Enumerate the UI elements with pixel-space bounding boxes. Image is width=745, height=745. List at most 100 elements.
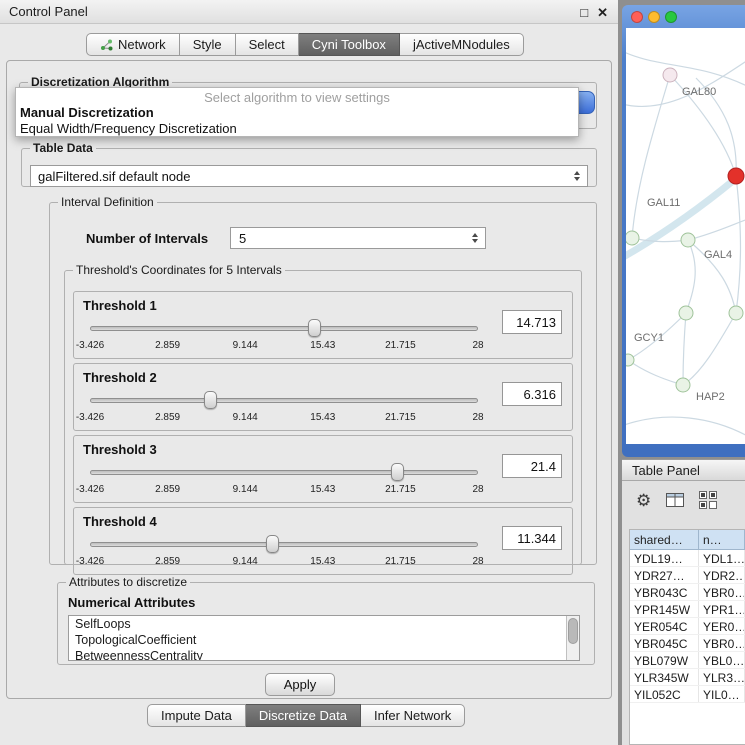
network-node[interactable] xyxy=(663,68,677,82)
threshold-panel: Threshold 1 -3.4262.8599.14415.4321.71528 xyxy=(73,291,573,359)
network-icon xyxy=(100,39,113,51)
spinner-value: 5 xyxy=(239,231,246,246)
network-node[interactable] xyxy=(681,233,695,247)
network-node[interactable] xyxy=(626,354,634,366)
threshold-panel: Threshold 2-3.4262.8599.14415.4321.71528 xyxy=(73,363,573,431)
apply-button[interactable]: Apply xyxy=(265,673,335,696)
list-scrollbar[interactable] xyxy=(566,616,579,660)
threshold-label: Threshold 1 xyxy=(83,298,157,313)
attributes-group: Attributes to discretize Numerical Attri… xyxy=(57,575,595,665)
dropdown-placeholder-item: Select algorithm to view settings xyxy=(16,90,578,105)
tab-discretize-data[interactable]: Discretize Data xyxy=(246,704,361,727)
network-node[interactable] xyxy=(729,306,743,320)
spinner-arrows-icon[interactable] xyxy=(468,233,482,243)
table-row[interactable]: YBL079WYBL0… xyxy=(630,652,745,669)
tick-label: 21.715 xyxy=(385,340,416,351)
combo-arrows-icon[interactable] xyxy=(570,171,584,181)
tab-select[interactable]: Select xyxy=(236,33,299,56)
slider-thumb[interactable] xyxy=(308,319,321,337)
node-label: GCY1 xyxy=(634,332,664,344)
threshold-slider[interactable]: -3.4262.8599.14415.4321.71528 xyxy=(90,534,478,570)
table-cell: YBR0… xyxy=(699,584,745,600)
tick-label: 9.144 xyxy=(233,484,258,495)
network-node[interactable] xyxy=(626,231,639,245)
table-panel-titlebar: Table Panel xyxy=(622,459,745,481)
algorithm-dropdown-list: Select algorithm to view settings Manual… xyxy=(15,87,579,137)
table-cell: YLR3… xyxy=(699,669,745,685)
number-of-intervals-label: Number of Intervals xyxy=(86,231,208,246)
list-item[interactable]: BetweennessCentrality xyxy=(69,648,579,661)
table-row[interactable]: YLR345WYLR3… xyxy=(630,669,745,686)
column-header[interactable]: n… xyxy=(699,530,745,550)
group-title: Table Data xyxy=(30,141,96,155)
tab-cyni-toolbox[interactable]: Cyni Toolbox xyxy=(299,33,400,56)
threshold-slider[interactable]: -3.4262.8599.14415.4321.71528 xyxy=(90,462,478,498)
table-row[interactable]: YBR045CYBR0… xyxy=(630,635,745,652)
table-cell: YPR145W xyxy=(630,601,699,617)
table-row[interactable]: YIL052CYIL0… xyxy=(630,686,745,703)
threshold-slider[interactable]: -3.4262.8599.14415.4321.71528 xyxy=(90,318,478,354)
slider-thumb[interactable] xyxy=(266,535,279,553)
threshold-label: Threshold 3 xyxy=(83,442,157,457)
network-canvas[interactable]: GAL80GAL11GAL4GCY1HAP2 xyxy=(626,28,745,444)
table-cell: YPR1… xyxy=(699,601,745,617)
select-columns-icon[interactable] xyxy=(699,491,717,509)
float-window-icon[interactable]: □ xyxy=(580,6,588,19)
tick-label: 28 xyxy=(472,412,483,423)
tab-impute-data[interactable]: Impute Data xyxy=(147,704,246,727)
threshold-label: Threshold 4 xyxy=(83,514,157,529)
slider-track xyxy=(90,326,478,331)
tab-network[interactable]: Network xyxy=(86,33,180,56)
table-cell: YBR043C xyxy=(630,584,699,600)
slider-thumb[interactable] xyxy=(391,463,404,481)
tick-label: -3.426 xyxy=(76,340,104,351)
intervals-spinner[interactable]: 5 xyxy=(230,227,486,249)
tab-label: Style xyxy=(193,34,222,55)
table-cell: YDR27… xyxy=(630,567,699,583)
control-panel-titlebar: Control Panel □ ✕ xyxy=(0,0,618,24)
columns-icon[interactable] xyxy=(666,493,684,507)
threshold-panel: Threshold 3 -3.4262.8599.14415.4321.71528 xyxy=(73,435,573,503)
minimize-window-icon[interactable] xyxy=(648,11,660,23)
table-row[interactable]: YER054CYER0… xyxy=(630,618,745,635)
list-item[interactable]: TopologicalCoefficient xyxy=(69,632,579,648)
threshold-value-field[interactable] xyxy=(502,382,562,406)
table-row[interactable]: YBR043CYBR0… xyxy=(630,584,745,601)
threshold-value-field[interactable] xyxy=(502,454,562,478)
group-title: Interval Definition xyxy=(58,195,157,209)
list-item[interactable]: SelfLoops xyxy=(69,616,579,632)
tab-label: Discretize Data xyxy=(259,705,347,726)
network-node[interactable] xyxy=(679,306,693,320)
node-label: GAL11 xyxy=(647,197,680,209)
table-row[interactable]: YPR145WYPR1… xyxy=(630,601,745,618)
zoom-window-icon[interactable] xyxy=(665,11,677,23)
numerical-attributes-list[interactable]: SelfLoopsTopologicalCoefficientBetweenne… xyxy=(68,615,580,661)
top-tab-bar: Network Style SelectCyni ToolboxjActiveMNo… xyxy=(86,33,524,56)
network-node-highlighted[interactable] xyxy=(728,168,744,184)
column-header[interactable]: shared… xyxy=(630,530,699,550)
close-window-icon[interactable] xyxy=(631,11,643,23)
threshold-value-field[interactable] xyxy=(502,310,562,334)
table-data-combo[interactable]: galFiltered.sif default node xyxy=(30,165,588,187)
dropdown-item-equal-width-frequency[interactable]: Equal Width/Frequency Discretization xyxy=(16,121,578,137)
tick-label: 9.144 xyxy=(233,412,258,423)
bottom-tab-bar: Impute Data Discretize Data Infer Network xyxy=(147,704,465,727)
tick-label: -3.426 xyxy=(76,412,104,423)
slider-track xyxy=(90,542,478,547)
tab-style[interactable]: Style xyxy=(180,33,236,56)
threshold-value-field[interactable] xyxy=(502,526,562,550)
table-cell: YBR0… xyxy=(699,635,745,651)
network-node[interactable] xyxy=(676,378,690,392)
dropdown-item-manual-discretization[interactable]: Manual Discretization xyxy=(16,105,578,121)
slider-tick-labels: -3.4262.8599.14415.4321.71528 xyxy=(90,412,478,424)
settings-gear-icon[interactable]: ⚙ xyxy=(636,492,651,509)
interval-definition-group: Interval Definition Number of Intervals … xyxy=(49,195,597,565)
table-row[interactable]: YDR27…YDR2… xyxy=(630,567,745,584)
table-row[interactable]: YDL19…YDL1… xyxy=(630,550,745,567)
threshold-slider[interactable]: -3.4262.8599.14415.4321.71528 xyxy=(90,390,478,426)
scrollbar-thumb[interactable] xyxy=(568,618,578,644)
tab-jactivemnodules[interactable]: jActiveMNodules xyxy=(400,33,524,56)
slider-thumb[interactable] xyxy=(204,391,217,409)
close-icon[interactable]: ✕ xyxy=(597,6,608,19)
tab-infer-network[interactable]: Infer Network xyxy=(361,704,465,727)
